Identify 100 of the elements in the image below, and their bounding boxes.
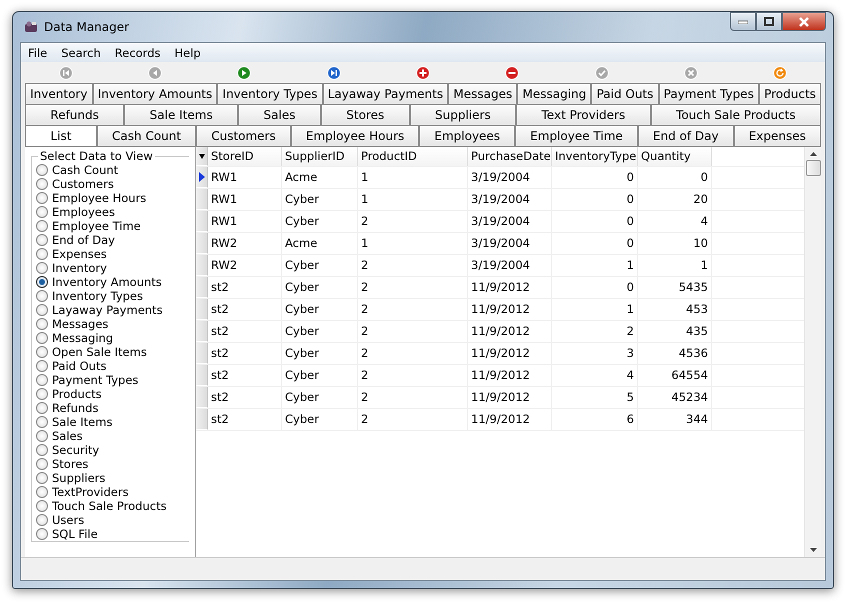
radio-label[interactable]: Products xyxy=(52,387,102,401)
toolbar-button[interactable] xyxy=(772,65,788,81)
radio-label[interactable]: Stores xyxy=(52,457,88,471)
menu-item[interactable]: File xyxy=(21,46,54,60)
radio-button[interactable] xyxy=(36,304,48,316)
radio-button[interactable] xyxy=(36,388,48,400)
toolbar-button[interactable] xyxy=(326,65,342,81)
radio-button[interactable] xyxy=(36,416,48,428)
column-header[interactable]: PurchaseDate xyxy=(468,147,552,166)
tab[interactable]: Sales xyxy=(238,104,321,125)
radio-label[interactable]: Sale Items xyxy=(52,415,112,429)
scroll-thumb[interactable] xyxy=(806,160,820,176)
tab[interactable]: Paid Outs xyxy=(591,83,659,104)
radio-label[interactable]: TextProviders xyxy=(52,485,129,499)
tab[interactable]: Stores xyxy=(320,104,410,125)
radio-button[interactable] xyxy=(36,402,48,414)
menu-item[interactable]: Records xyxy=(108,46,168,60)
radio-label[interactable]: Messaging xyxy=(52,331,114,345)
radio-label[interactable]: Sales xyxy=(52,429,83,443)
tab[interactable]: Employee Time xyxy=(515,125,638,146)
radio-button[interactable] xyxy=(36,500,48,512)
tab[interactable]: Messages xyxy=(448,83,518,104)
radio-button[interactable] xyxy=(36,220,48,232)
radio-button[interactable] xyxy=(36,430,48,442)
maximize-button[interactable] xyxy=(756,12,782,31)
radio-button[interactable] xyxy=(36,178,48,190)
tab[interactable]: Refunds xyxy=(25,104,124,125)
radio-button[interactable] xyxy=(36,444,48,456)
column-header[interactable]: Quantity xyxy=(638,147,712,166)
radio-button[interactable] xyxy=(36,234,48,246)
radio-label[interactable]: Suppliers xyxy=(52,471,106,485)
radio-label[interactable]: Users xyxy=(52,513,84,527)
radio-label[interactable]: Security xyxy=(52,443,100,457)
scroll-down-icon[interactable] xyxy=(810,548,816,552)
column-menu-button[interactable] xyxy=(196,147,208,166)
tab[interactable]: Touch Sale Products xyxy=(650,104,821,125)
radio-label[interactable]: Employee Hours xyxy=(52,191,146,205)
tab[interactable]: Inventory Types xyxy=(217,83,323,104)
radio-button[interactable] xyxy=(36,248,48,260)
radio-label[interactable]: Touch Sale Products xyxy=(52,499,167,513)
radio-button[interactable] xyxy=(36,192,48,204)
tab[interactable]: Suppliers xyxy=(410,104,516,125)
column-header[interactable]: StoreID xyxy=(208,147,282,166)
radio-label[interactable]: Layaway Payments xyxy=(52,303,163,317)
tab[interactable]: Messaging xyxy=(517,83,592,104)
radio-label[interactable]: Refunds xyxy=(52,401,98,415)
tab[interactable]: Layaway Payments xyxy=(322,83,448,104)
tab[interactable]: Products xyxy=(758,83,822,104)
tab[interactable]: Customers xyxy=(196,125,291,146)
radio-label[interactable]: Cash Count xyxy=(52,163,118,177)
toolbar-button[interactable] xyxy=(414,65,431,81)
radio-label[interactable]: End of Day xyxy=(52,233,115,247)
radio-button[interactable] xyxy=(36,206,48,218)
vertical-scrollbar[interactable] xyxy=(804,147,821,557)
tab[interactable]: End of Day xyxy=(638,125,734,146)
radio-label[interactable]: Inventory xyxy=(52,261,107,275)
radio-label[interactable]: Expenses xyxy=(52,247,107,261)
radio-button[interactable] xyxy=(36,290,48,302)
menu-item[interactable]: Search xyxy=(54,46,108,60)
column-header[interactable]: SupplierID xyxy=(282,147,358,166)
tab[interactable]: Inventory xyxy=(25,83,93,104)
radio-label[interactable]: Open Sale Items xyxy=(52,345,147,359)
column-header[interactable]: ProductID xyxy=(358,147,468,166)
tab[interactable]: Employees xyxy=(419,125,516,146)
radio-label[interactable]: SQL File xyxy=(52,527,98,541)
radio-label[interactable]: Payment Types xyxy=(52,373,138,387)
scroll-up-icon[interactable] xyxy=(810,152,816,156)
tab[interactable]: Cash Count xyxy=(97,125,196,146)
radio-button[interactable] xyxy=(36,528,48,540)
radio-button[interactable] xyxy=(36,486,48,498)
radio-button[interactable] xyxy=(36,276,48,288)
tab[interactable]: Sale Items xyxy=(124,104,238,125)
tab[interactable]: Employee Hours xyxy=(290,125,420,146)
radio-button[interactable] xyxy=(36,318,48,330)
radio-label[interactable]: Paid Outs xyxy=(52,359,106,373)
minimize-button[interactable] xyxy=(730,12,756,31)
radio-label[interactable]: Inventory Amounts xyxy=(52,275,162,289)
menu-item[interactable]: Help xyxy=(168,46,208,60)
radio-label[interactable]: Employee Time xyxy=(52,219,141,233)
toolbar-button[interactable] xyxy=(236,65,252,81)
radio-button[interactable] xyxy=(36,374,48,386)
close-button[interactable] xyxy=(782,12,826,31)
radio-label[interactable]: Messages xyxy=(52,317,108,331)
tab[interactable]: Payment Types xyxy=(658,83,759,104)
toolbar-button[interactable] xyxy=(504,65,520,81)
radio-button[interactable] xyxy=(36,332,48,344)
row-selector[interactable] xyxy=(196,167,208,188)
radio-label[interactable]: Employees xyxy=(52,205,115,219)
radio-button[interactable] xyxy=(36,164,48,176)
radio-label[interactable]: Customers xyxy=(52,177,114,191)
radio-button[interactable] xyxy=(36,458,48,470)
tab[interactable]: Text Providers xyxy=(516,104,651,125)
radio-label[interactable]: Inventory Types xyxy=(52,289,143,303)
tab[interactable]: List xyxy=(25,125,97,146)
radio-button[interactable] xyxy=(36,472,48,484)
radio-button[interactable] xyxy=(36,514,48,526)
tab[interactable]: Expenses xyxy=(734,125,821,146)
column-header[interactable]: InventoryType xyxy=(552,147,638,166)
radio-button[interactable] xyxy=(36,346,48,358)
radio-button[interactable] xyxy=(36,262,48,274)
